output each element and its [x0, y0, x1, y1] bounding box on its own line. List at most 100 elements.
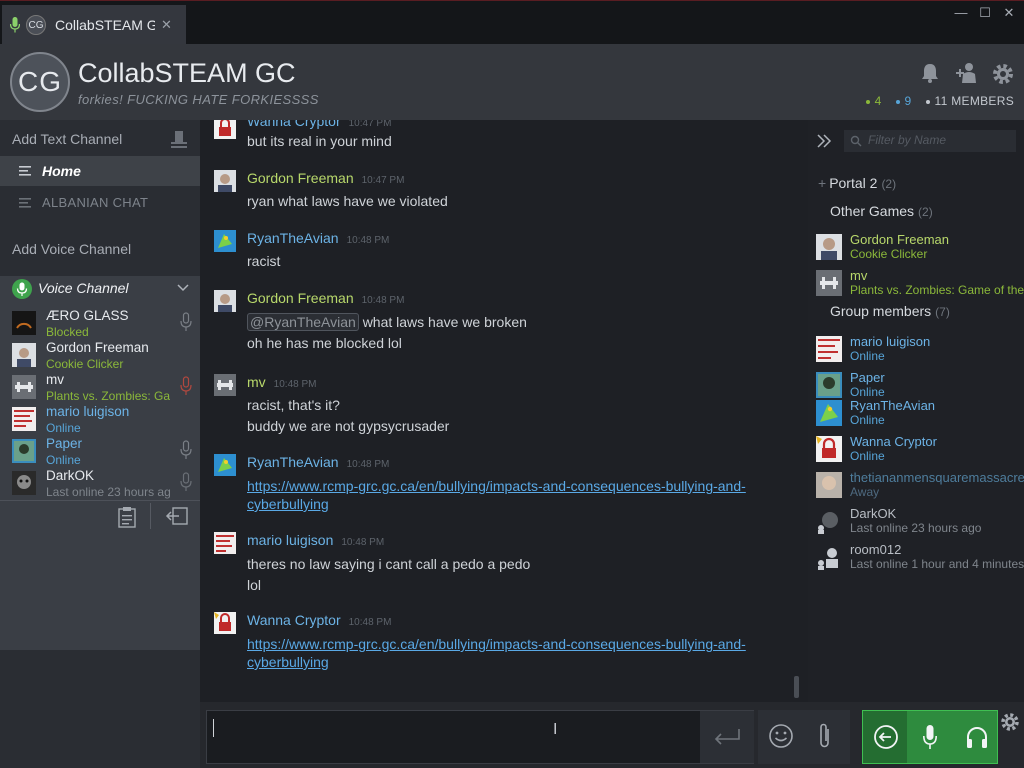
message-author[interactable]: Gordon Freeman 10:47 PM — [247, 170, 404, 186]
chat-message: mario luigison 10:48 PM theres no law say… — [214, 532, 794, 596]
group-other-games[interactable]: Other Games (2) — [830, 203, 933, 219]
message-link[interactable]: https://www.rcmp-grc.gc.ca/en/bullying/i… — [247, 635, 767, 671]
member-row[interactable]: thetiananmensquaremassacre Away — [816, 470, 1024, 504]
voice-controls — [862, 710, 998, 764]
member-row[interactable]: DarkOK Last online 23 hours ago — [816, 506, 1024, 540]
voice-member[interactable]: Paper Online — [12, 436, 200, 468]
avatar — [816, 372, 842, 398]
send-button[interactable] — [700, 711, 754, 763]
voice-channel-name: Voice Channel — [38, 280, 129, 296]
member-row[interactable]: Wanna Cryptor Online — [816, 434, 1024, 468]
microphone-button[interactable] — [923, 725, 937, 751]
message-author[interactable]: RyanTheAvian 10:48 PM — [247, 454, 389, 470]
online-count: 9 — [895, 94, 912, 108]
avatar — [12, 311, 36, 335]
voice-member[interactable]: mv Plants vs. Zombies: Game of the Year — [12, 372, 200, 404]
chat-scrollbar[interactable] — [794, 676, 799, 698]
avatar — [816, 544, 842, 570]
member-row[interactable]: room012 Last online 1 hour and 4 minutes… — [816, 542, 1024, 576]
invite-friend-icon[interactable] — [955, 62, 979, 84]
avatar — [214, 454, 236, 476]
avatar — [816, 336, 842, 362]
text-channel-albanian-chat[interactable]: ALBANIAN CHAT — [0, 188, 200, 218]
tab-title: CollabSTEAM G — [55, 17, 155, 33]
microphone-icon — [180, 312, 192, 332]
add-text-channel-button[interactable]: Add Text Channel — [0, 120, 200, 158]
minimize-button[interactable]: — — [950, 5, 972, 23]
tab-close-icon[interactable]: ✕ — [161, 17, 172, 33]
member-counts: 4 9 11 MEMBERS — [865, 94, 1014, 108]
member-row[interactable]: mario luigison Online — [816, 334, 1024, 368]
member-row[interactable]: Gordon Freeman Cookie Clicker — [816, 232, 1024, 266]
leave-voice-icon[interactable] — [165, 506, 189, 526]
total-members[interactable]: 11 MEMBERS — [925, 94, 1014, 108]
avatar — [12, 343, 36, 367]
microphone-icon — [180, 440, 192, 460]
message-input[interactable]: I — [206, 710, 754, 764]
voice-channel-panel: Voice Channel ÆRO GLASS Blocked Gordon F… — [0, 276, 200, 650]
group-members-header[interactable]: Group members (7) — [830, 303, 950, 319]
message-author[interactable]: Wanna Cryptor 10:48 PM — [247, 612, 391, 628]
create-channel-icon — [170, 129, 188, 149]
message-text: theres no law saying i cant call a pedo … — [247, 556, 531, 572]
voice-channel-header[interactable]: Voice Channel — [0, 276, 200, 302]
member-row[interactable]: mv Plants vs. Zombies: Game of the Year — [816, 268, 1024, 302]
message-text: oh he has me blocked lol — [247, 335, 402, 351]
settings-gear-icon[interactable] — [991, 62, 1015, 86]
message-text: buddy we are not gypsycrusader — [247, 418, 450, 434]
collapse-panel-icon[interactable] — [816, 133, 832, 149]
clipboard-icon[interactable] — [117, 506, 137, 528]
avatar — [214, 290, 236, 312]
message-author[interactable]: RyanTheAvian 10:48 PM — [247, 230, 389, 246]
avatar — [12, 471, 36, 495]
avatar — [214, 532, 236, 554]
add-voice-channel-button[interactable]: Add Voice Channel — [0, 230, 200, 266]
avatar — [214, 230, 236, 252]
leave-voice-button[interactable] — [863, 711, 907, 763]
voice-settings-gear-icon[interactable] — [1000, 712, 1020, 732]
member-row[interactable]: RyanTheAvian Online — [816, 398, 1024, 432]
message-text: ryan what laws have we violated — [247, 193, 448, 209]
notification-bell-icon[interactable] — [919, 62, 941, 84]
title-bar: CG CollabSTEAM G ✕ — ☐ ✕ — [0, 0, 1024, 45]
chat-message: Wanna Cryptor 10:47 PM but its real in yo… — [214, 120, 794, 153]
composer-tools — [758, 710, 850, 764]
avatar — [816, 508, 842, 534]
maximize-button[interactable]: ☐ — [974, 5, 996, 23]
group-portal-2[interactable]: + Portal 2 (2) — [818, 175, 896, 191]
message-author[interactable]: mv 10:48 PM — [247, 374, 316, 390]
group-avatar[interactable]: CG — [10, 52, 70, 112]
emoticon-button[interactable] — [768, 723, 794, 749]
avatar — [816, 472, 842, 498]
member-list-panel: Filter by Name + Portal 2 (2) Other Games(… — [808, 120, 1024, 702]
avatar — [12, 407, 36, 431]
filter-by-name-input[interactable]: Filter by Name — [844, 130, 1016, 152]
tab-group-avatar: CG — [26, 15, 46, 35]
text-channel-home[interactable]: Home — [0, 156, 200, 186]
microphone-muted-icon — [180, 376, 192, 396]
chat-message: Gordon Freeman 10:48 PM @RyanTheAvian wha… — [214, 290, 794, 356]
avatar — [214, 374, 236, 396]
message-link[interactable]: https://www.rcmp-grc.gc.ca/en/bullying/i… — [247, 477, 767, 513]
attachment-paperclip-icon[interactable] — [816, 722, 834, 750]
search-icon — [850, 135, 862, 147]
group-header: CG CollabSTEAM GC forkies! FUCKING HATE … — [0, 44, 1024, 120]
composer-bar: I — [200, 702, 1024, 768]
voice-member[interactable]: mario luigison Online — [12, 404, 200, 436]
message-author[interactable]: Wanna Cryptor 10:47 PM — [247, 120, 391, 129]
user-mention[interactable]: @RyanTheAvian — [247, 313, 359, 331]
avatar — [816, 234, 842, 260]
avatar — [816, 270, 842, 296]
avatar — [214, 170, 236, 192]
message-author[interactable]: Gordon Freeman 10:48 PM — [247, 290, 404, 306]
chat-tab[interactable]: CG CollabSTEAM G ✕ — [2, 5, 186, 45]
window-close-button[interactable]: ✕ — [998, 5, 1020, 23]
voice-channel-icon — [12, 279, 32, 299]
chevron-down-icon[interactable] — [177, 284, 189, 292]
headphones-button[interactable] — [965, 725, 989, 749]
voice-member[interactable]: DarkOK Last online 23 hours ago — [12, 468, 200, 500]
message-author[interactable]: mario luigison 10:48 PM — [247, 532, 384, 548]
voice-member[interactable]: Gordon Freeman Cookie Clicker — [12, 340, 200, 372]
microphone-icon — [10, 17, 20, 33]
voice-member[interactable]: ÆRO GLASS Blocked — [12, 308, 200, 340]
